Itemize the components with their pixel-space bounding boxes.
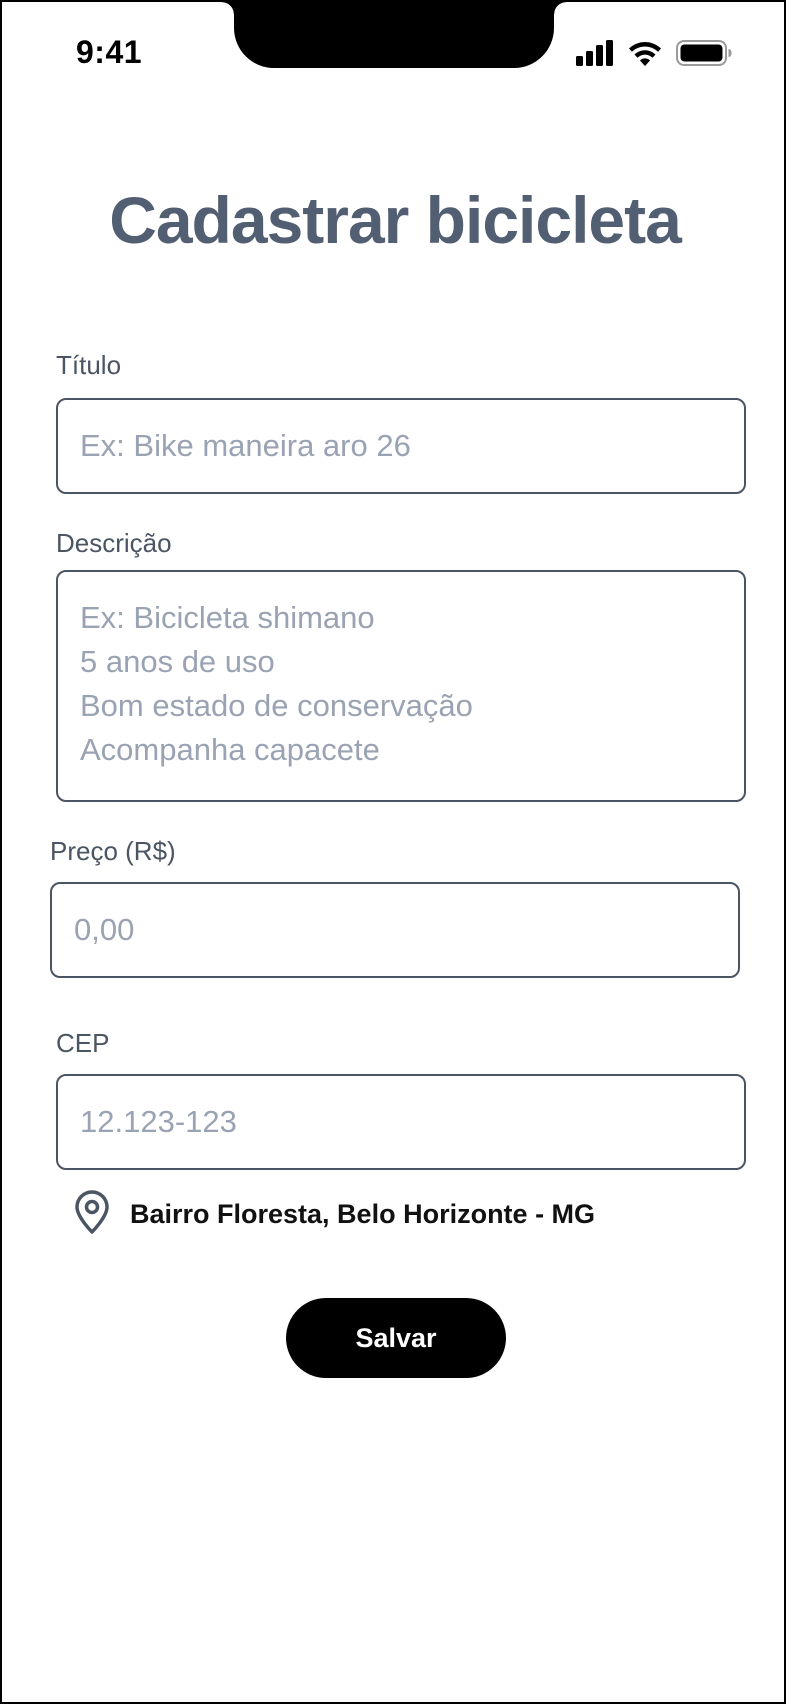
device-notch <box>222 2 566 68</box>
title-input[interactable] <box>58 400 744 492</box>
status-icons <box>576 40 732 71</box>
title-field <box>56 398 746 494</box>
cep-input[interactable] <box>58 1076 744 1168</box>
wifi-icon <box>628 40 662 71</box>
description-textarea[interactable] <box>58 572 744 800</box>
cep-field <box>56 1074 746 1170</box>
phone-screen: 9:41 Cadastrar bicicleta Título Ex: Bike… <box>0 0 786 1704</box>
description-field <box>56 570 746 802</box>
price-input[interactable] <box>52 884 738 976</box>
title-field-label: Título <box>56 350 122 380</box>
cellular-signal-icon <box>576 40 614 71</box>
cep-field-label: CEP <box>56 1028 110 1058</box>
price-field-label: Preço (R$) <box>50 836 176 866</box>
status-time: 9:41 <box>76 34 143 70</box>
price-field <box>50 882 740 978</box>
map-pin-icon <box>72 1190 112 1239</box>
description-field-label: Descrição <box>56 528 172 558</box>
page-title: Cadastrar bicicleta <box>109 183 682 257</box>
save-button[interactable]: Salvar <box>286 1298 506 1378</box>
location-text: Bairro Floresta, Belo Horizonte - MG <box>130 1199 596 1229</box>
battery-icon <box>676 40 732 71</box>
location-row: Bairro Floresta, Belo Horizonte - MG <box>72 1190 595 1239</box>
